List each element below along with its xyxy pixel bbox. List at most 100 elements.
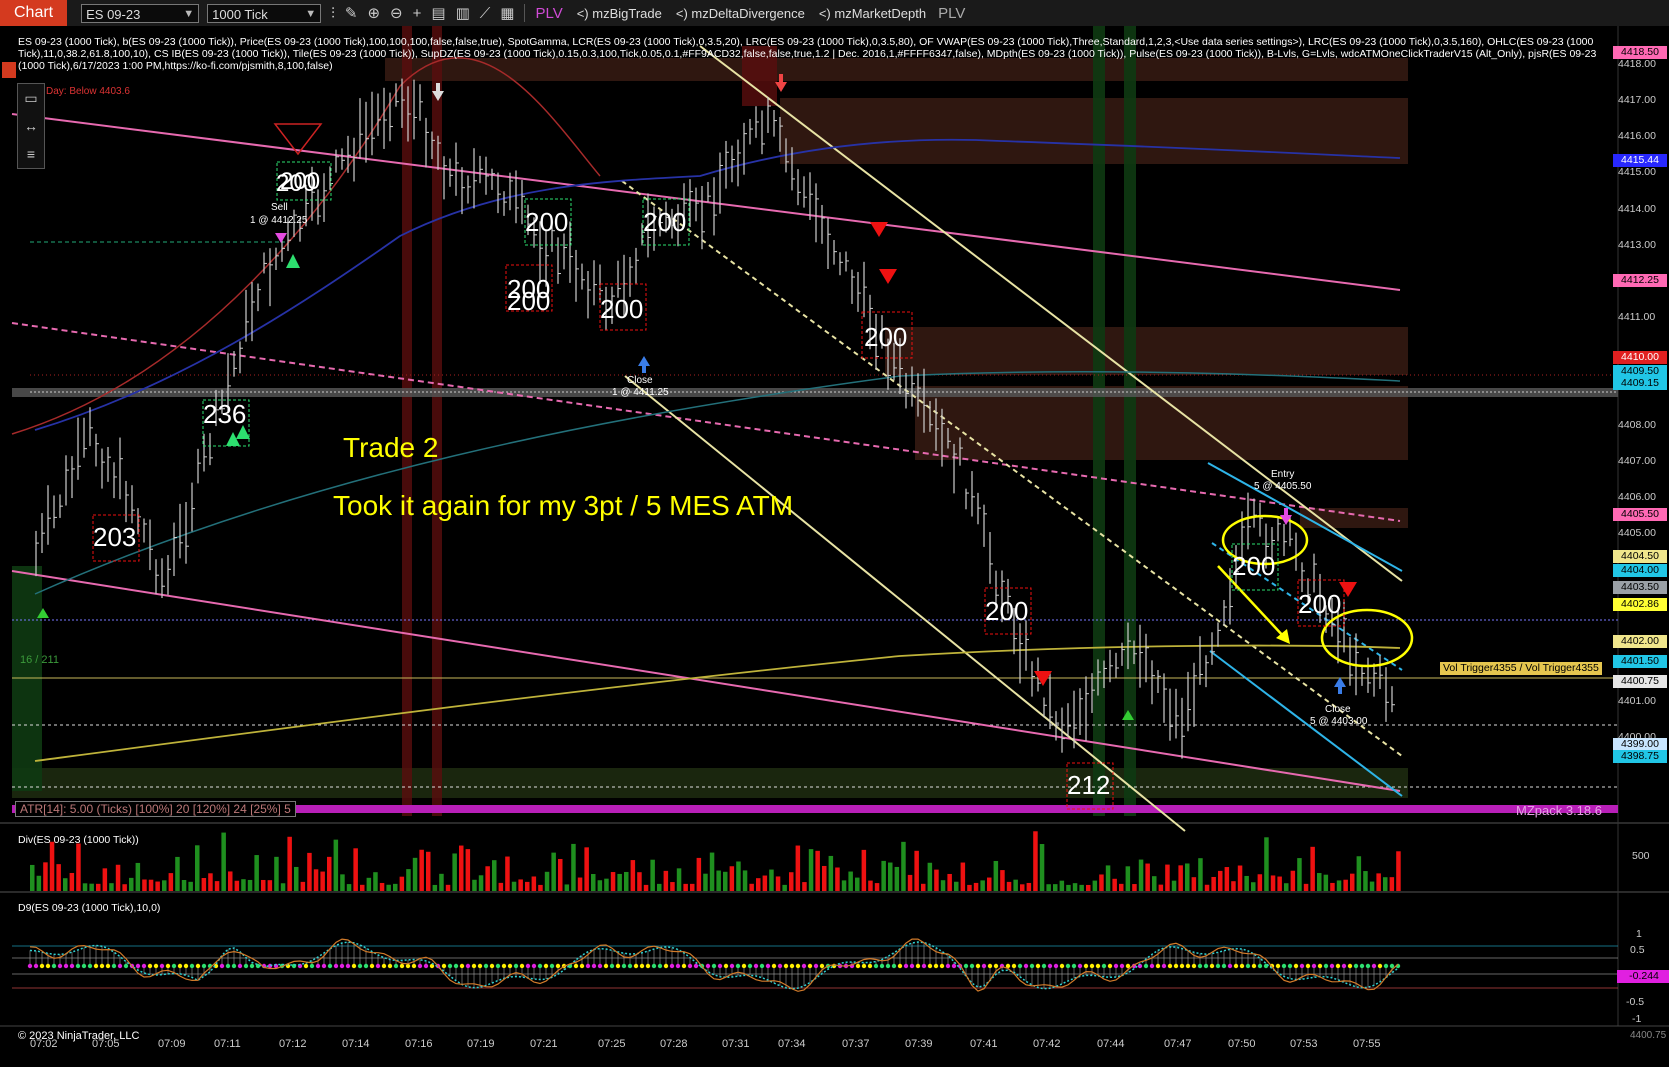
ruler-icon[interactable]: ▭	[18, 84, 44, 112]
osc-dot	[411, 963, 417, 969]
osc-dot	[237, 963, 243, 969]
mzdeltadivergence-button[interactable]: <) mzDeltaDivergence	[676, 6, 805, 21]
osc-dot	[333, 963, 339, 969]
delta-bar	[921, 883, 926, 891]
osc-dot	[609, 963, 615, 969]
osc-dot	[1071, 963, 1077, 969]
delta-bar	[56, 864, 61, 891]
zoom-out-icon[interactable]: ⊖	[390, 4, 403, 22]
delta-bar	[267, 880, 273, 891]
osc-dot	[813, 963, 819, 969]
osc-dot	[693, 963, 699, 969]
drawing-tool-icon[interactable]: ✎	[345, 4, 358, 22]
osc-dot	[1011, 963, 1017, 969]
osc-dot	[1329, 963, 1335, 969]
osc-dot	[501, 963, 507, 969]
delta-bar	[1119, 883, 1124, 891]
box-value: 212	[1067, 770, 1111, 800]
delta-bar	[1330, 882, 1335, 891]
delta-bar	[841, 880, 847, 891]
price-axis-label: 4415.00	[1618, 166, 1656, 178]
chart-tab[interactable]: Chart	[0, 0, 68, 26]
strategies-icon[interactable]: ⟋	[480, 5, 491, 22]
delta-bar	[412, 857, 418, 891]
delta-bar	[135, 862, 141, 891]
delta-bar	[1396, 851, 1401, 891]
osc-dot	[243, 963, 249, 969]
interval-selector[interactable]: 1000 Tick ▼	[207, 3, 322, 23]
demand-zone	[12, 768, 1408, 798]
osc-dot	[729, 963, 735, 969]
box-value: 200	[525, 207, 569, 237]
left-tool-tab[interactable]	[2, 62, 16, 78]
delta-bar	[228, 871, 233, 891]
delta-bar	[498, 882, 504, 891]
mzmarketdepth-button[interactable]: <) mzMarketDepth	[819, 6, 926, 21]
delta-bar	[643, 884, 649, 891]
close1-fill-label: 1 @ 4411.25	[612, 387, 669, 398]
delta-bar	[756, 878, 761, 891]
osc-dot	[315, 963, 321, 969]
delta-bar	[888, 862, 893, 891]
zoom-in-icon[interactable]: ⊕	[367, 4, 380, 22]
indicators-icon[interactable]: ▥	[456, 4, 470, 22]
delta-bar	[142, 879, 147, 891]
delta-bar	[1204, 884, 1210, 891]
red-band	[432, 26, 442, 816]
properties-icon[interactable]: ▤	[431, 4, 445, 22]
delta-bar	[1053, 884, 1058, 891]
osc-dot	[519, 963, 525, 969]
osc-dot	[807, 963, 813, 969]
delta-bar	[465, 849, 471, 891]
osc-dot	[375, 963, 381, 969]
delta-bar	[1125, 866, 1131, 891]
box-value: 200	[864, 322, 908, 352]
osc-dot	[33, 963, 39, 969]
price-axis-label: 4418.00	[1618, 58, 1656, 70]
delta-bar	[591, 874, 596, 891]
delta-bar	[1350, 873, 1355, 891]
osc-dot	[759, 963, 765, 969]
mzbigtrade-button[interactable]: <) mzBigTrade	[577, 6, 662, 21]
box-value: 200	[280, 168, 321, 195]
osc-dot	[165, 963, 171, 969]
delta-bar	[610, 872, 616, 891]
delta-bar	[749, 883, 754, 891]
chart-area[interactable]: ES 09-23 (1000 Tick), b(ES 09-23 (1000 T…	[0, 26, 1669, 1067]
osc-dot	[1299, 963, 1305, 969]
osc-dot	[345, 963, 351, 969]
instrument-selector[interactable]: ES 09-23 ▼	[81, 3, 200, 23]
osc-dot	[1281, 963, 1287, 969]
delta-bar	[1138, 859, 1144, 891]
plv-right-button[interactable]: PLV	[938, 5, 965, 22]
delta-bar	[241, 879, 246, 891]
osc-dot	[99, 963, 105, 969]
delta-bar	[63, 878, 68, 891]
templates-icon[interactable]: ▦	[500, 4, 514, 22]
price-axis-label: 4414.00	[1618, 203, 1656, 215]
plv-button[interactable]: PLV	[535, 5, 562, 22]
menu-icon[interactable]: ≡	[18, 140, 44, 168]
delta-bar	[828, 855, 834, 891]
delta-bar	[201, 878, 207, 891]
osc-dot	[711, 963, 717, 969]
delta-bar	[1297, 858, 1302, 891]
osc-dot	[765, 963, 771, 969]
chevron-down-icon: ▼	[183, 7, 195, 20]
osc-dot	[381, 963, 387, 969]
crosshair-icon[interactable]: +	[413, 5, 422, 22]
bar-type-icon[interactable]: ⫶	[331, 5, 335, 22]
delta-bar	[340, 874, 345, 891]
osc-dot	[1323, 963, 1329, 969]
osc-dot	[735, 963, 741, 969]
price-tag: 4405.50	[1613, 508, 1667, 521]
osc-dot	[405, 963, 411, 969]
move-icon[interactable]: ↔	[18, 112, 44, 140]
osc-dot	[219, 963, 225, 969]
box-value: 200	[507, 286, 551, 316]
chevron-down-icon: ▼	[305, 7, 317, 20]
osc-dot	[873, 963, 879, 969]
price-tag: 4404.00	[1613, 564, 1667, 577]
time-axis-label: 07:50	[1228, 1038, 1256, 1050]
osc-dot	[945, 963, 951, 969]
